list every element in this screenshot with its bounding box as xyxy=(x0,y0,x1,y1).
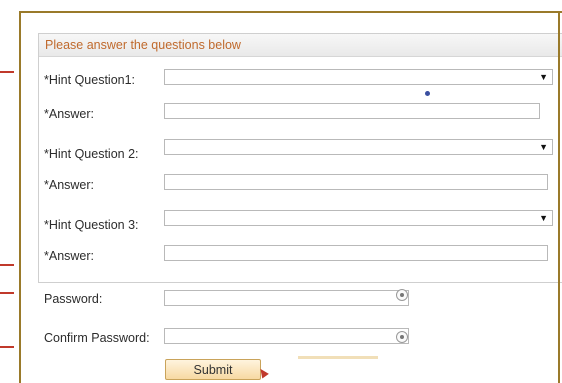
eye-icon[interactable] xyxy=(396,289,408,301)
hint-question-1-label: *Hint Question1: xyxy=(44,73,136,87)
hint-question-2-label: *Hint Question 2: xyxy=(44,147,139,161)
password-field[interactable] xyxy=(164,290,409,306)
hint-question-3-label: *Hint Question 3: xyxy=(44,218,139,232)
submit-button[interactable]: Submit xyxy=(165,359,261,380)
left-marker xyxy=(0,346,14,348)
frame-right-border xyxy=(558,11,560,383)
cursor-dot xyxy=(425,91,430,96)
left-marker xyxy=(0,264,14,266)
chevron-down-icon: ▼ xyxy=(539,72,548,82)
confirm-password-field[interactable] xyxy=(164,328,409,344)
left-marker xyxy=(0,292,14,294)
answer-1-label: *Answer: xyxy=(44,107,95,121)
answer-3-field[interactable] xyxy=(164,245,548,261)
confirm-password-label: Confirm Password: xyxy=(44,331,150,345)
hint-question-3-select[interactable]: ▼ xyxy=(164,210,553,226)
answer-2-label: *Answer: xyxy=(44,178,95,192)
left-marker xyxy=(0,71,14,73)
eye-icon[interactable] xyxy=(396,331,408,343)
button-shadow xyxy=(298,356,378,359)
answer-3-label: *Answer: xyxy=(44,249,95,263)
answer-2-field[interactable] xyxy=(164,174,548,190)
hint-question-1-select[interactable]: ▼ xyxy=(164,69,553,85)
chevron-down-icon: ▼ xyxy=(539,213,548,223)
section-header: Please answer the questions below xyxy=(39,34,562,57)
answer-1-field[interactable] xyxy=(164,103,540,119)
chevron-down-icon: ▼ xyxy=(539,142,548,152)
hint-question-2-select[interactable]: ▼ xyxy=(164,139,553,155)
password-label: Password: xyxy=(44,292,103,306)
